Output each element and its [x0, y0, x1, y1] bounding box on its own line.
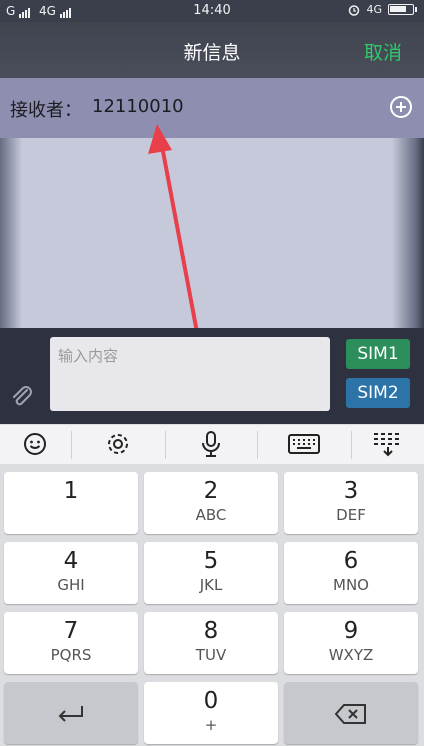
collapse-keyboard-icon[interactable] [352, 427, 424, 461]
key-number: 5 [203, 548, 219, 574]
key-letters: TUV [195, 646, 227, 664]
attachment-icon[interactable] [10, 384, 36, 410]
key-letters: ABC [195, 506, 227, 524]
key-letters: PQRS [50, 646, 92, 664]
message-input[interactable]: 输入内容 [50, 337, 330, 411]
key-number: 8 [203, 618, 219, 644]
key-letters: MNO [333, 576, 369, 594]
key-number: 4 [63, 548, 79, 574]
key-7[interactable]: 7 PQRS [4, 612, 138, 674]
key-letters: WXYZ [328, 646, 374, 664]
key-number: 3 [343, 478, 359, 504]
key-8[interactable]: 8 TUV [144, 612, 278, 674]
keyboard-toolbar [0, 424, 424, 464]
key-letters: + [204, 716, 218, 734]
key-letters: GHI [57, 576, 85, 594]
key-1[interactable]: 1 [4, 472, 138, 534]
key-number: 6 [343, 548, 359, 574]
enter-icon [58, 706, 83, 722]
send-sim1-button[interactable]: SIM1 [346, 339, 410, 369]
key-number: 2 [203, 478, 219, 504]
emoji-icon[interactable] [0, 427, 70, 461]
mic-icon[interactable] [166, 427, 256, 461]
backspace-icon [334, 704, 366, 724]
send-sim2-button[interactable]: SIM2 [346, 378, 410, 408]
key-9[interactable]: 9 WXYZ [284, 612, 418, 674]
key-number: 9 [343, 618, 359, 644]
key-number: 7 [63, 618, 79, 644]
key-5[interactable]: 5 JKL [144, 542, 278, 604]
keyboard-icon[interactable] [258, 427, 350, 461]
backspace-key[interactable] [284, 682, 418, 744]
key-letters: JKL [199, 576, 223, 594]
key-3[interactable]: 3 DEF [284, 472, 418, 534]
numeric-keypad: 1 2 ABC 3 DEF 4 GHI 5 JKL 6 MNO 7 PQRS 8 TUV 9 W… [0, 464, 424, 746]
key-4[interactable]: 4 GHI [4, 542, 138, 604]
key-letters: DEF [336, 506, 366, 524]
key-number: 0 [203, 688, 219, 714]
key-0[interactable]: 0 + [144, 682, 278, 744]
gear-icon[interactable] [72, 427, 164, 461]
key-number: 1 [63, 478, 79, 504]
key-6[interactable]: 6 MNO [284, 542, 418, 604]
key-2[interactable]: 2 ABC [144, 472, 278, 534]
enter-key[interactable] [4, 682, 138, 744]
